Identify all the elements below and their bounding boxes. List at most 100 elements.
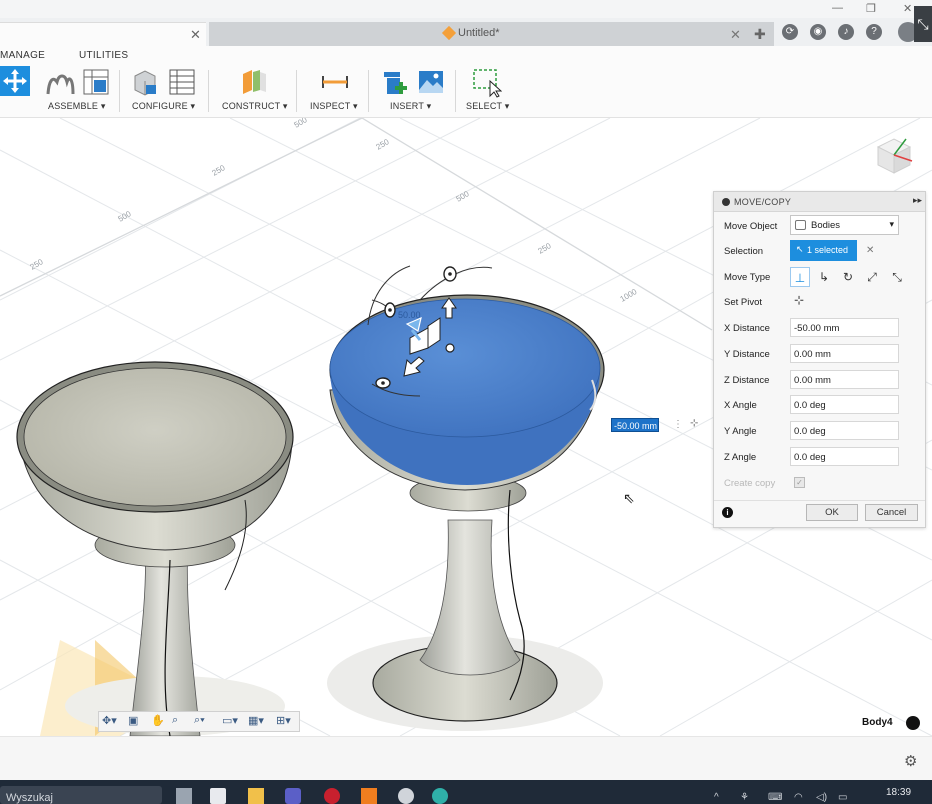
look-at-icon[interactable]: ▣: [128, 714, 138, 727]
taskbar-search-text[interactable]: Wyszukaj: [6, 792, 53, 804]
document-icon: [441, 25, 457, 41]
status-bar: [0, 736, 932, 780]
viewports-icon[interactable]: ⊞▾: [276, 714, 291, 727]
extensions-icon[interactable]: ⟳: [782, 24, 798, 40]
pivot-point[interactable]: [445, 343, 455, 353]
grid-label: 500: [455, 189, 472, 204]
inspect-menu[interactable]: INSPECT ▾: [310, 101, 358, 112]
x-distance-field[interactable]: -50.00 mm: [790, 318, 899, 337]
more-options-icon[interactable]: ⋮: [673, 419, 683, 430]
close-window-icon[interactable]: ✕: [903, 2, 912, 15]
orbit-icon[interactable]: ✥▾: [102, 714, 117, 727]
construct-menu[interactable]: CONSTRUCT ▾: [222, 101, 288, 112]
y-angle-field[interactable]: 0.0 deg: [790, 421, 899, 440]
notifications-icon[interactable]: ♪: [838, 24, 854, 40]
measure-icon[interactable]: [321, 72, 349, 100]
teams-icon[interactable]: [285, 788, 301, 804]
add-tab-icon[interactable]: ✚: [754, 26, 766, 43]
grid-label: 500: [293, 118, 310, 130]
create-copy-checkbox[interactable]: ✓: [794, 477, 805, 488]
zoom-icon[interactable]: ⌕: [172, 714, 178, 727]
rotate-icon[interactable]: ↻: [838, 267, 858, 287]
grid-label: 500: [117, 209, 134, 224]
close-icon[interactable]: ✕: [730, 27, 741, 43]
move-object-select[interactable]: Bodies ▾: [790, 215, 899, 235]
free-move-icon[interactable]: ⊥: [790, 267, 810, 287]
expand-icon[interactable]: ⤡: [914, 6, 932, 42]
table-icon[interactable]: [82, 68, 110, 96]
pivot-icon[interactable]: ⊹: [690, 418, 698, 429]
assemble-menu[interactable]: ASSEMBLE ▾: [48, 101, 106, 112]
selected-body-top[interactable]: [329, 298, 601, 438]
mouse-cursor-icon: ⇖: [623, 490, 635, 506]
table-body-right[interactable]: [327, 294, 605, 731]
tray-chevron-icon[interactable]: ^: [714, 792, 719, 803]
cancel-button[interactable]: Cancel: [865, 504, 918, 521]
clear-selection-icon[interactable]: ✕: [866, 245, 874, 256]
x-distance-label: X Distance: [724, 323, 770, 334]
display-settings-icon[interactable]: ▭▾: [222, 714, 238, 727]
configure-body-icon[interactable]: [131, 68, 159, 96]
set-pivot-icon[interactable]: ⊹: [794, 293, 804, 307]
help-icon[interactable]: ?: [866, 24, 882, 40]
app-icon[interactable]: [210, 788, 226, 804]
move-object-value: Bodies: [811, 220, 841, 231]
z-distance-field[interactable]: 0.00 mm: [790, 370, 899, 389]
chrome-icon[interactable]: [398, 788, 414, 804]
grid-label: 1000: [619, 287, 639, 304]
move-copy-panel: MOVE/COPY ▸▸ Move Object Bodies ▾ Select…: [713, 191, 926, 528]
select-window-icon[interactable]: [472, 68, 503, 98]
fit-icon[interactable]: ⌕▾: [194, 714, 205, 727]
maximize-icon[interactable]: ❐: [866, 2, 876, 15]
close-icon[interactable]: ✕: [190, 27, 201, 43]
collapse-icon[interactable]: [722, 198, 730, 206]
point-to-point-icon[interactable]: ⤢: [862, 267, 882, 287]
battery-icon[interactable]: ▭: [838, 792, 847, 803]
wifi-icon[interactable]: ◠: [794, 792, 803, 803]
taskview-icon[interactable]: [176, 788, 192, 804]
select-menu[interactable]: SELECT ▾: [466, 101, 509, 112]
viewcube[interactable]: [870, 133, 914, 177]
z-angle-field[interactable]: 0.0 deg: [790, 447, 899, 466]
insert-menu[interactable]: INSERT ▾: [390, 101, 431, 112]
tab-utilities[interactable]: UTILITIES: [79, 50, 128, 61]
volume-icon[interactable]: ◁): [816, 792, 827, 803]
grid-settings-icon[interactable]: ▦▾: [248, 714, 264, 727]
distance-input[interactable]: -50.00 mm: [611, 418, 659, 432]
move-tool-icon[interactable]: [0, 66, 30, 96]
joint-icon[interactable]: [45, 68, 75, 96]
opera-icon[interactable]: [324, 788, 340, 804]
app-icon[interactable]: [432, 788, 448, 804]
move-type-label: Move Type: [724, 272, 771, 283]
separator: [368, 70, 369, 112]
x-angle-field[interactable]: 0.0 deg: [790, 395, 899, 414]
component-icon[interactable]: [906, 716, 920, 730]
document-tab-title[interactable]: Untitled*: [441, 25, 500, 41]
clock-time[interactable]: 18:39: [886, 787, 911, 798]
home-tab[interactable]: [0, 22, 206, 46]
ok-button[interactable]: OK: [806, 504, 858, 521]
tray-app-icon[interactable]: ⚘: [740, 792, 749, 803]
point-to-position-icon[interactable]: ⤡: [887, 267, 907, 287]
insert-derive-icon[interactable]: [381, 68, 409, 96]
minimize-icon[interactable]: —: [832, 2, 843, 14]
y-distance-field[interactable]: 0.00 mm: [790, 344, 899, 363]
insert-canvas-icon[interactable]: [417, 68, 445, 96]
configure-table-icon[interactable]: [168, 68, 196, 96]
grid-label: 250: [375, 137, 392, 152]
selection-button[interactable]: ↖ 1 selected: [790, 240, 857, 261]
configure-menu[interactable]: CONFIGURE ▾: [132, 101, 195, 112]
construct-plane-icon[interactable]: [240, 68, 268, 96]
keyboard-icon[interactable]: ⌨: [768, 792, 782, 803]
gear-icon[interactable]: ⚙: [904, 752, 917, 770]
job-status-icon[interactable]: ◉: [810, 24, 826, 40]
folder-icon[interactable]: [248, 788, 264, 804]
selection-value: 1 selected: [807, 245, 849, 255]
translate-icon[interactable]: ↳: [814, 267, 834, 287]
info-icon[interactable]: i: [722, 507, 733, 518]
tab-manage[interactable]: MANAGE: [0, 50, 45, 61]
separator: [208, 70, 209, 112]
pan-icon[interactable]: ✋: [151, 714, 165, 727]
fusion-icon[interactable]: [361, 788, 377, 804]
expand-panel-icon[interactable]: ▸▸: [913, 195, 922, 206]
